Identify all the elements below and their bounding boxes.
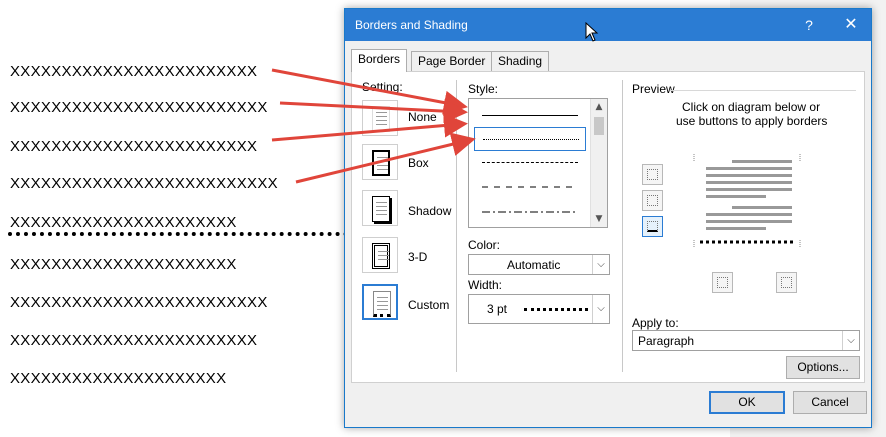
top-border-button[interactable] (642, 164, 663, 185)
bottom-border-icon (647, 221, 658, 232)
custom-border-icon[interactable] (362, 284, 398, 320)
setting-box-label[interactable]: Box (408, 156, 429, 170)
apply-to-dropdown[interactable]: Paragraph ⌵ (632, 330, 860, 351)
setting-custom-label[interactable]: Custom (408, 298, 449, 312)
document-line: XXXXXXXXXXXXXXXXXXXXXXXX (10, 332, 258, 349)
apply-to-label: Apply to: (632, 316, 679, 330)
setting-3d-label[interactable]: 3-D (408, 250, 427, 264)
inside-horizontal-border-icon (647, 195, 658, 206)
preview-label: Preview (632, 82, 675, 96)
borders-tab-panel: Setting: None Box Shadow 3-D Custom Styl… (351, 71, 865, 383)
shadow-border-icon[interactable] (362, 190, 398, 226)
style-divider (622, 80, 623, 372)
document-line: XXXXXXXXXXXXXXXXXXXXXXXXX (10, 99, 268, 116)
ok-button[interactable]: OK (709, 391, 785, 414)
setting-label: Setting: (362, 80, 403, 94)
style-item-dash-dot[interactable] (474, 201, 586, 225)
style-item-dashed[interactable] (474, 176, 586, 200)
cancel-button[interactable]: Cancel (793, 391, 867, 414)
dialog-title: Borders and Shading (355, 18, 468, 32)
width-sample-line (524, 308, 588, 311)
document-line: XXXXXXXXXXXXXXXXXXXXXXXXX (10, 294, 268, 311)
scroll-up-icon[interactable]: ▲ (591, 99, 607, 115)
chevron-down-icon[interactable]: ⌵ (592, 295, 609, 323)
color-dropdown[interactable]: Automatic ⌵ (468, 254, 610, 275)
document-line: XXXXXXXXXXXXXXXXXXXXXXXX (10, 138, 258, 155)
style-item-solid[interactable] (474, 104, 586, 128)
apply-to-value: Paragraph (638, 334, 695, 348)
setting-divider (456, 80, 457, 372)
preview-rule (670, 90, 856, 91)
mouse-cursor-icon (585, 22, 599, 42)
chevron-down-icon[interactable]: ⌵ (592, 255, 609, 274)
options-button[interactable]: Options... (786, 356, 860, 379)
document-line: XXXXXXXXXXXXXXXXXXXXXXXX (10, 63, 258, 80)
color-value: Automatic (507, 258, 561, 272)
color-label: Color: (468, 238, 501, 252)
style-label: Style: (468, 82, 499, 96)
scroll-down-icon[interactable]: ▼ (591, 211, 607, 227)
style-list-wrapper: ▲ ▼ (468, 98, 608, 228)
preview-instructions-line2: use buttons to apply borders (676, 114, 828, 128)
dotted-paragraph-border (8, 232, 348, 236)
document-line: XXXXXXXXXXXXXXXXXXXXXX (10, 256, 237, 273)
3d-border-icon[interactable] (362, 237, 398, 273)
scroll-thumb[interactable] (594, 117, 604, 135)
style-list-scrollbar[interactable]: ▲ ▼ (590, 99, 607, 227)
width-value: 3 pt (487, 302, 508, 316)
help-icon[interactable]: ? (789, 9, 829, 41)
left-border-icon (717, 277, 728, 288)
document-line: XXXXXXXXXXXXXXXXXXXXXX (10, 214, 237, 231)
width-label: Width: (468, 278, 503, 292)
borders-and-shading-dialog: Borders and Shading ? ✕ Borders Page Bor… (344, 8, 872, 428)
preview-instructions-line1: Click on diagram below or (682, 100, 821, 114)
right-border-button[interactable] (776, 272, 797, 293)
tab-page-border[interactable]: Page Border (411, 51, 493, 71)
tab-shading[interactable]: Shading (491, 51, 550, 71)
dialog-titlebar[interactable]: Borders and Shading ? ✕ (345, 9, 871, 41)
none-border-icon[interactable] (362, 100, 398, 136)
right-border-icon (781, 277, 792, 288)
preview-diagram-svg (693, 154, 801, 248)
document-line: XXXXXXXXXXXXXXXXXXXXX (10, 370, 227, 387)
box-border-icon[interactable] (362, 144, 398, 180)
style-item-dotted[interactable] (474, 127, 586, 151)
middle-border-button[interactable] (642, 190, 663, 211)
style-item-dashed-small[interactable] (474, 151, 586, 175)
top-border-icon (647, 169, 658, 180)
setting-shadow-label[interactable]: Shadow (408, 204, 451, 218)
left-border-button[interactable] (712, 272, 733, 293)
setting-none-label[interactable]: None (408, 110, 437, 124)
document-line: XXXXXXXXXXXXXXXXXXXXXXXXXX (10, 175, 278, 192)
close-icon[interactable]: ✕ (831, 9, 871, 41)
chevron-down-icon[interactable]: ⌵ (842, 331, 859, 350)
tab-borders[interactable]: Borders (351, 49, 408, 72)
width-dropdown[interactable]: 3 pt ⌵ (468, 294, 610, 324)
bottom-border-button[interactable] (642, 216, 663, 237)
preview-diagram[interactable] (692, 152, 802, 252)
style-list[interactable]: ▲ ▼ (468, 98, 608, 228)
